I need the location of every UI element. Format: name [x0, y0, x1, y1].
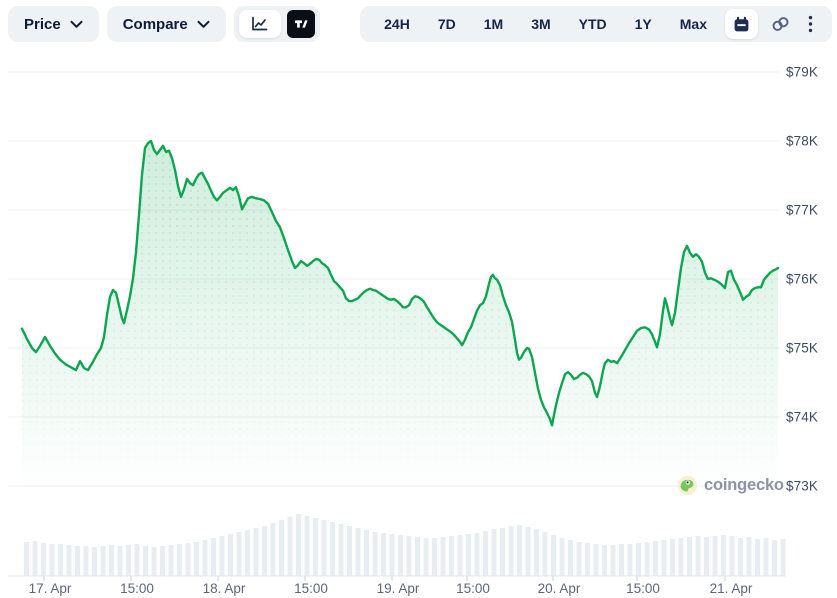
- x-axis-label: 18. Apr: [203, 581, 246, 596]
- range-button-3m[interactable]: 3M: [517, 6, 564, 42]
- x-axis-label: 15:00: [294, 581, 328, 596]
- x-axis-label: 19. Apr: [377, 581, 420, 596]
- coingecko-watermark-text: coingecko: [704, 476, 784, 495]
- x-axis-label: 17. Apr: [29, 581, 72, 596]
- chart-toolbar: Price Compare: [8, 6, 832, 42]
- more-options-button[interactable]: [799, 6, 822, 42]
- y-axis-label: $75K: [786, 341, 834, 356]
- y-axis-label: $73K: [786, 479, 834, 494]
- tradingview-toggle-button[interactable]: [287, 10, 315, 38]
- line-chart-toggle-button[interactable]: [239, 10, 281, 38]
- chart-type-toggle: [234, 6, 320, 42]
- x-axis-label: 21. Apr: [710, 581, 753, 596]
- chevron-down-icon: [70, 20, 83, 29]
- x-axis-label: 15:00: [120, 581, 154, 596]
- range-button-1y[interactable]: 1Y: [621, 6, 666, 42]
- y-axis-label: $74K: [786, 410, 834, 425]
- range-button-max[interactable]: Max: [666, 6, 721, 42]
- price-dropdown-label: Price: [24, 16, 61, 33]
- coingecko-watermark: coingecko: [677, 475, 784, 496]
- kebab-menu-icon: [808, 15, 813, 33]
- y-axis-label: $78K: [786, 134, 834, 149]
- time-range-group: 24H7D1M3MYTD1YMax: [360, 6, 832, 42]
- x-axis-label: 15:00: [456, 581, 490, 596]
- price-chart[interactable]: [0, 0, 837, 598]
- line-chart-icon: [250, 16, 269, 32]
- tradingview-icon: [293, 16, 309, 32]
- y-axis-label: $76K: [786, 272, 834, 287]
- toolbar-left-group: Price Compare: [8, 6, 320, 42]
- range-button-7d[interactable]: 7D: [424, 6, 470, 42]
- volume-bars: [24, 514, 786, 576]
- y-axis-label: $79K: [786, 65, 834, 80]
- calendar-button[interactable]: [725, 9, 758, 39]
- range-button-1m[interactable]: 1M: [470, 6, 517, 42]
- coingecko-gecko-icon: [677, 475, 698, 496]
- coin-price-chart-page: Price Compare: [0, 0, 837, 598]
- calendar-icon: [733, 16, 750, 33]
- price-area-fill: [22, 141, 778, 490]
- share-link-button[interactable]: [762, 6, 799, 42]
- chevron-down-icon: [197, 20, 210, 29]
- y-axis-label: $77K: [786, 203, 834, 218]
- x-axis-label: 15:00: [626, 581, 660, 596]
- price-dropdown-button[interactable]: Price: [8, 6, 99, 42]
- link-icon: [771, 15, 790, 33]
- compare-dropdown-button[interactable]: Compare: [107, 6, 226, 42]
- x-axis-label: 20. Apr: [538, 581, 581, 596]
- compare-dropdown-label: Compare: [123, 16, 188, 33]
- range-button-24h[interactable]: 24H: [370, 6, 424, 42]
- range-button-ytd[interactable]: YTD: [565, 6, 621, 42]
